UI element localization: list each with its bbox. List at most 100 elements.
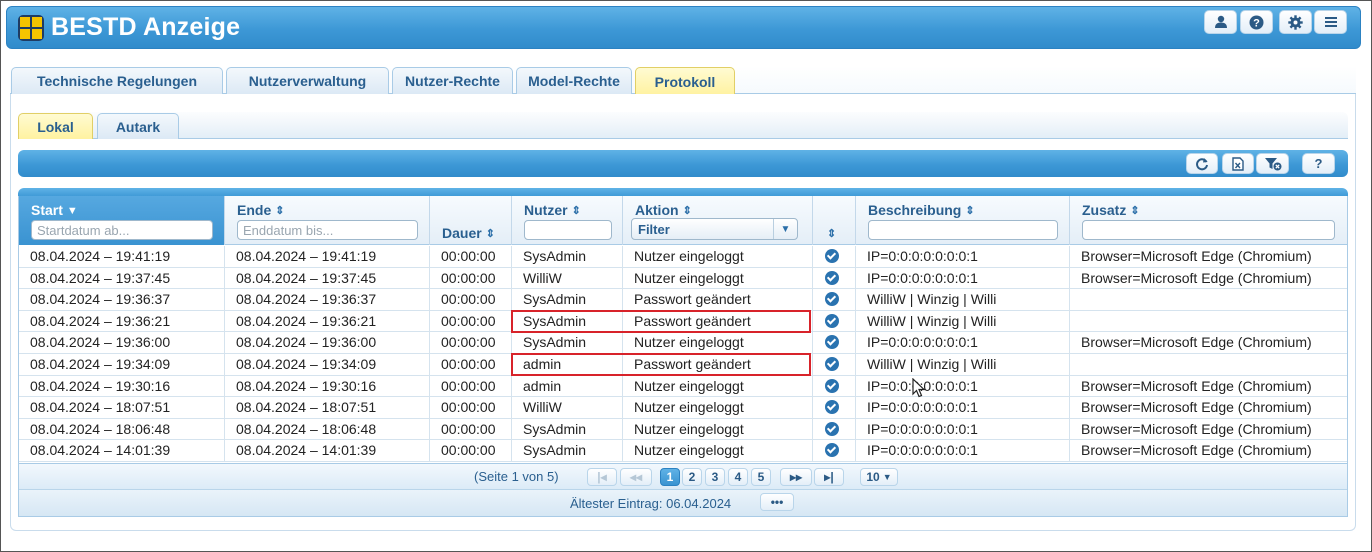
check-circle-icon	[825, 270, 839, 285]
table-row[interactable]: 08.04.2024 – 19:36:37 08.04.2024 – 19:36…	[19, 289, 1347, 311]
cell-zusatz: Browser=Microsoft Edge (Chromium)	[1081, 377, 1312, 394]
cell-start: 08.04.2024 – 18:07:51	[19, 397, 225, 419]
table-row[interactable]: 08.04.2024 – 18:06:48 08.04.2024 – 18:06…	[19, 418, 1347, 441]
cell-start: 08.04.2024 – 19:41:19	[19, 246, 225, 268]
end-date-filter-input[interactable]	[237, 220, 418, 240]
column-label-nutzer: Nutzer	[524, 202, 568, 218]
table-row[interactable]: 08.04.2024 – 19:41:19 08.04.2024 – 19:41…	[19, 246, 1347, 268]
action-filter-select[interactable]: Filter ▼	[631, 218, 798, 240]
table-row[interactable]: 08.04.2024 – 19:37:45 08.04.2024 – 19:37…	[19, 267, 1347, 290]
page-1-button[interactable]: 1	[660, 468, 680, 486]
description-filter-input[interactable]	[868, 220, 1058, 240]
cell-aktion: Passwort geändert	[623, 310, 813, 333]
cell-zusatz	[1070, 354, 1347, 376]
cell-beschreibung: IP=0:0:0:0:0:0:0:1	[856, 397, 1070, 419]
column-header-beschreibung[interactable]: Beschreibung ⇕	[856, 196, 1070, 245]
cell-dauer: 00:00:00	[430, 375, 512, 398]
help-button[interactable]: ?	[1240, 10, 1273, 34]
settings-button[interactable]	[1279, 10, 1312, 34]
subtab-lokal[interactable]: Lokal	[18, 113, 93, 139]
tab-nutzer-rechte[interactable]: Nutzer-Rechte	[392, 67, 513, 94]
column-label-beschreibung: Beschreibung	[868, 202, 962, 218]
tab-technische-regelungen[interactable]: Technische Regelungen	[11, 67, 223, 94]
table-row[interactable]: 08.04.2024 – 18:07:51 08.04.2024 – 18:07…	[19, 397, 1347, 419]
cell-start: 08.04.2024 – 19:30:16	[19, 375, 225, 398]
cell-beschreibung: WilliW | Winzig | Willi	[856, 289, 1070, 311]
tab-protokoll[interactable]: Protokoll	[635, 67, 735, 95]
check-circle-icon	[825, 378, 839, 393]
last-page-button[interactable]: ▸|	[814, 468, 844, 486]
cell-beschreibung: IP=0:0:0:0:0:0:0:1	[856, 440, 1070, 462]
page-3-button[interactable]: 3	[705, 468, 725, 486]
cell-beschreibung: IP=0:0:0:0:0:0:0:1	[856, 375, 1070, 398]
clear-filter-button[interactable]	[1256, 153, 1289, 174]
user-button[interactable]	[1204, 10, 1237, 34]
cell-zusatz: Browser=Microsoft Edge (Chromium)	[1081, 399, 1312, 416]
cell-zusatz: Browser=Microsoft Edge (Chromium)	[1081, 248, 1312, 264]
cell-zusatz: Browser=Microsoft Edge (Chromium)	[1081, 420, 1312, 437]
user-filter-input[interactable]	[524, 220, 612, 240]
cell-aktion: Passwort geändert	[623, 353, 813, 376]
column-header-start[interactable]: Start ▼	[19, 196, 225, 245]
column-header-nutzer[interactable]: Nutzer ⇕	[512, 196, 623, 245]
refresh-button[interactable]	[1186, 153, 1218, 174]
grid-footer: Ältester Eintrag: 06.04.2024 •••	[19, 489, 1347, 516]
cell-ende: 08.04.2024 – 18:07:51	[225, 397, 430, 419]
cell-zusatz: Browser=Microsoft Edge (Chromium)	[1081, 269, 1312, 286]
column-header-ende[interactable]: Ende ⇕	[225, 196, 430, 245]
cell-dauer: 00:00:00	[430, 267, 512, 290]
subtab-autark[interactable]: Autark	[97, 113, 179, 139]
protocol-grid: Start▼ Ende⇕ Dauer⇕ Nutzer⇕ Aktion⇕ Filt…	[18, 196, 1348, 517]
oldest-entry-info: Ältester Eintrag: 06.04.2024	[570, 496, 732, 511]
cell-start: 08.04.2024 – 19:36:21	[19, 310, 225, 333]
table-row[interactable]: 08.04.2024 – 14:01:39 08.04.2024 – 14:01…	[19, 440, 1347, 462]
cell-dauer: 00:00:00	[430, 289, 512, 311]
tab-model-rechte[interactable]: Model-Rechte	[516, 67, 632, 94]
table-row[interactable]: 08.04.2024 – 19:36:00 08.04.2024 – 19:36…	[19, 332, 1347, 354]
column-header-status[interactable]: ⇕	[813, 196, 856, 245]
excel-export-button[interactable]	[1222, 153, 1254, 174]
start-date-filter-input[interactable]	[31, 220, 213, 240]
prev-page-button[interactable]: ◂◂	[620, 468, 652, 486]
cell-nutzer: SysAdmin	[512, 310, 623, 333]
cell-zusatz: Browser=Microsoft Edge (Chromium)	[1081, 334, 1312, 351]
sort-icon: ⇕	[1130, 205, 1140, 217]
check-circle-icon	[825, 400, 839, 415]
page-info: (Seite 1 von 5)	[474, 469, 559, 484]
user-icon	[1214, 15, 1227, 28]
next-page-button[interactable]: ▸▸	[780, 468, 812, 486]
cell-dauer: 00:00:00	[430, 353, 512, 376]
column-header-aktion[interactable]: Aktion ⇕ Filter ▼	[623, 196, 813, 245]
page-size-select[interactable]: 10 ▼	[860, 468, 898, 486]
column-header-zusatz[interactable]: Zusatz ⇕	[1070, 196, 1347, 245]
cell-zusatz: Browser=Microsoft Edge (Chromium)	[1081, 442, 1312, 459]
grid-help-button[interactable]: ?	[1302, 153, 1335, 174]
column-header-dauer[interactable]: Dauer ⇕	[430, 196, 512, 245]
mouse-cursor-icon	[912, 378, 926, 398]
first-page-button[interactable]: |◂	[587, 468, 617, 486]
tab-nutzerverwaltung[interactable]: Nutzerverwaltung	[226, 67, 389, 94]
sort-icon: ⇕	[275, 205, 285, 217]
grid-header: Start▼ Ende⇕ Dauer⇕ Nutzer⇕ Aktion⇕ Filt…	[19, 196, 1347, 245]
cell-zusatz	[1070, 311, 1347, 333]
page-5-button[interactable]: 5	[751, 468, 771, 486]
check-circle-icon	[825, 356, 839, 371]
grid-body: 08.04.2024 – 19:41:19 08.04.2024 – 19:41…	[19, 246, 1347, 462]
cell-ende: 08.04.2024 – 19:36:00	[225, 332, 430, 354]
cell-ende: 08.04.2024 – 19:37:45	[225, 267, 430, 290]
column-label-aktion: Aktion	[635, 202, 679, 218]
page-4-button[interactable]: 4	[728, 468, 748, 486]
app-title: BESTD Anzeige	[51, 13, 241, 41]
table-row[interactable]: 08.04.2024 – 19:30:16 08.04.2024 – 19:30…	[19, 375, 1347, 398]
cell-ende: 08.04.2024 – 19:36:21	[225, 310, 430, 333]
table-row[interactable]: 08.04.2024 – 19:34:09 08.04.2024 – 19:34…	[19, 353, 1347, 376]
cell-ende: 08.04.2024 – 19:36:37	[225, 289, 430, 311]
extra-filter-input[interactable]	[1082, 220, 1335, 240]
cell-nutzer: SysAdmin	[512, 418, 623, 441]
table-row[interactable]: 08.04.2024 – 19:36:21 08.04.2024 – 19:36…	[19, 310, 1347, 333]
sort-icon: ⇕	[571, 205, 581, 217]
page-2-button[interactable]: 2	[682, 468, 702, 486]
sort-icon: ⇕	[965, 205, 975, 217]
more-button[interactable]: •••	[760, 493, 794, 511]
menu-button[interactable]	[1314, 10, 1347, 34]
